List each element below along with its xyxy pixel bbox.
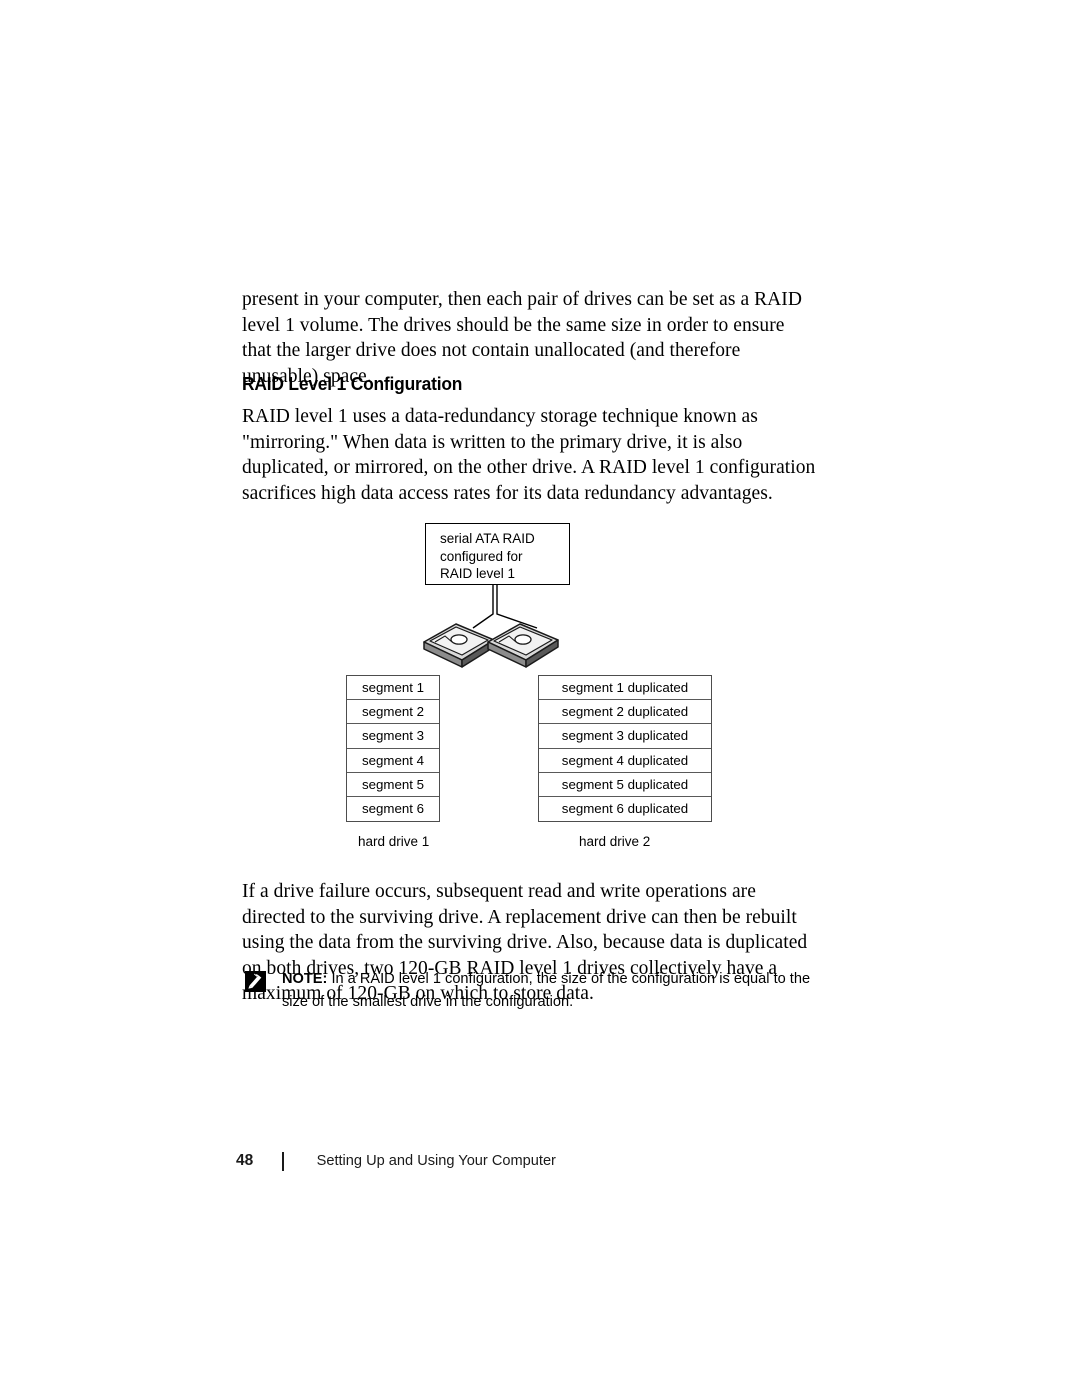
callout-line-3: RAID level 1 <box>440 566 516 582</box>
segment-table-drive-2: segment 1 duplicated segment 2 duplicate… <box>538 675 712 823</box>
footer-section-title: Setting Up and Using Your Computer <box>316 1153 556 1169</box>
segment-row: segment 6 <box>361 800 425 816</box>
note-body: In a RAID level 1 configuration, the siz… <box>282 971 811 1010</box>
callout-line-2: configured for <box>440 548 523 564</box>
document-page: present in your computer, then each pair… <box>0 0 1080 1397</box>
note-block: NOTE: In a RAID level 1 configuration, t… <box>242 968 820 1014</box>
note-pencil-icon <box>245 971 266 992</box>
segment-row: segment 4 <box>347 749 439 773</box>
page-title: RAID Level 1 Configuration <box>242 373 463 394</box>
segment-row: segment 6 duplicated <box>561 800 689 816</box>
segment-row: segment 5 duplicated <box>539 773 711 797</box>
segment-row: segment 3 <box>347 724 439 749</box>
note-label: NOTE: <box>282 971 328 987</box>
drive-1-label: hard drive 1 <box>358 834 430 849</box>
footer-divider <box>282 1151 284 1171</box>
callout-line-1: serial ATA RAID <box>440 531 535 546</box>
callout-box: serial ATA RAID configured for RAID leve… <box>425 523 570 585</box>
segment-row: segment 4 duplicated <box>539 749 711 773</box>
note-text: NOTE: In a RAID level 1 configuration, t… <box>282 968 820 1014</box>
drive-2-label: hard drive 2 <box>579 834 651 849</box>
segment-row: segment 3 duplicated <box>539 724 711 749</box>
hard-drive-icon <box>487 623 559 668</box>
paragraph-mirroring: RAID level 1 uses a data-redundancy stor… <box>242 406 816 504</box>
segment-table-drive-1: segment 1 segment 2 segment 3 segment 4 … <box>346 675 440 823</box>
footer-page-number: 48 <box>236 1152 254 1169</box>
segment-row: segment 1 <box>347 676 439 701</box>
segment-row: segment 5 <box>347 773 439 797</box>
segment-row: segment 2 duplicated <box>539 700 711 725</box>
segment-row: segment 2 <box>347 700 439 725</box>
page-footer: 48 Setting Up and Using Your Computer <box>236 1150 556 1172</box>
segment-row: segment 1 duplicated <box>539 676 711 701</box>
raid-level-1-diagram: serial ATA RAID configured for RAID leve… <box>330 512 750 857</box>
